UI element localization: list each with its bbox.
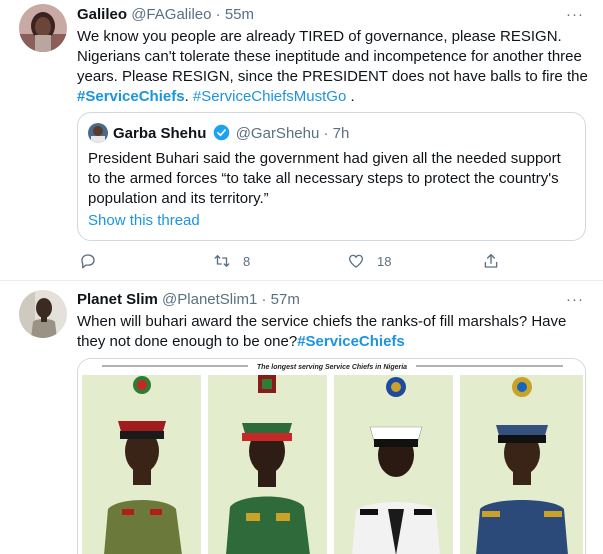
user-handle[interactable]: @PlanetSlim1 bbox=[162, 291, 257, 308]
hashtag-link[interactable]: #ServiceChiefs bbox=[297, 333, 405, 350]
reply-icon bbox=[81, 254, 95, 269]
display-name[interactable]: Planet Slim bbox=[77, 291, 158, 308]
portrait-defence-chief bbox=[208, 375, 327, 554]
retweet-icon bbox=[214, 255, 230, 267]
retweet-button[interactable]: 8 bbox=[213, 250, 250, 272]
user-handle[interactable]: @FAGalileo bbox=[131, 6, 211, 23]
tweet[interactable]: Planet Slim @PlanetSlim1 · 57m ··· When … bbox=[0, 282, 603, 554]
separator-dot: · bbox=[215, 6, 221, 23]
more-icon[interactable]: ··· bbox=[564, 292, 586, 310]
timestamp[interactable]: 57m bbox=[271, 291, 300, 308]
tweet-media-image[interactable]: The longest serving Service Chiefs in Ni… bbox=[77, 358, 586, 554]
like-count: 18 bbox=[377, 253, 392, 269]
text-segment: . bbox=[184, 88, 193, 105]
portrait-navy-chief bbox=[334, 375, 453, 554]
reply-button[interactable] bbox=[79, 250, 97, 272]
share-button[interactable] bbox=[482, 250, 500, 272]
tweet-header: Galileo @FAGalileo · 55m bbox=[77, 5, 254, 27]
text-segment: . bbox=[346, 88, 355, 105]
tweet-actions: 8 18 bbox=[77, 250, 507, 272]
portrait-air-chief bbox=[460, 375, 583, 554]
like-button[interactable]: 18 bbox=[347, 250, 391, 272]
show-thread-link[interactable]: Show this thread bbox=[88, 211, 200, 231]
avatar[interactable] bbox=[19, 290, 67, 338]
more-icon[interactable]: ··· bbox=[564, 7, 586, 25]
tweet-header: Planet Slim @PlanetSlim1 · 57m bbox=[77, 290, 300, 312]
quoted-timestamp[interactable]: 7h bbox=[333, 125, 350, 142]
hashtag-link[interactable]: #ServiceChiefsMustGo bbox=[193, 88, 346, 105]
text-segment: We know you people are already TIRED of … bbox=[77, 28, 588, 85]
quoted-display-name[interactable]: Garba Shehu bbox=[113, 125, 206, 142]
tweet[interactable]: Galileo @FAGalileo · 55m ··· We know you… bbox=[0, 0, 603, 281]
quoted-avatar[interactable] bbox=[88, 123, 108, 143]
hashtag-link[interactable]: #ServiceChiefs bbox=[77, 88, 185, 105]
media-caption: The longest serving Service Chiefs in Ni… bbox=[257, 364, 407, 371]
timestamp[interactable]: 55m bbox=[225, 6, 254, 23]
heart-icon bbox=[348, 254, 364, 268]
separator-dot: · bbox=[261, 291, 267, 308]
quoted-text: President Buhari said the government had… bbox=[88, 150, 561, 207]
avatar[interactable] bbox=[19, 4, 67, 52]
verified-badge-icon bbox=[213, 124, 229, 141]
share-icon bbox=[484, 253, 498, 268]
tweet-text: When will buhari award the service chief… bbox=[77, 312, 587, 352]
separator-dot: · bbox=[323, 125, 329, 142]
tweet-text: We know you people are already TIRED of … bbox=[77, 27, 589, 107]
retweet-count: 8 bbox=[243, 253, 251, 269]
display-name[interactable]: Galileo bbox=[77, 6, 127, 23]
quoted-tweet[interactable]: Garba Shehu @GarShehu · 7h President Buh… bbox=[77, 112, 586, 241]
quoted-handle[interactable]: @GarShehu bbox=[236, 125, 320, 142]
portrait-army-chief bbox=[82, 375, 201, 554]
quoted-header: Garba Shehu @GarShehu · 7h bbox=[113, 124, 349, 144]
